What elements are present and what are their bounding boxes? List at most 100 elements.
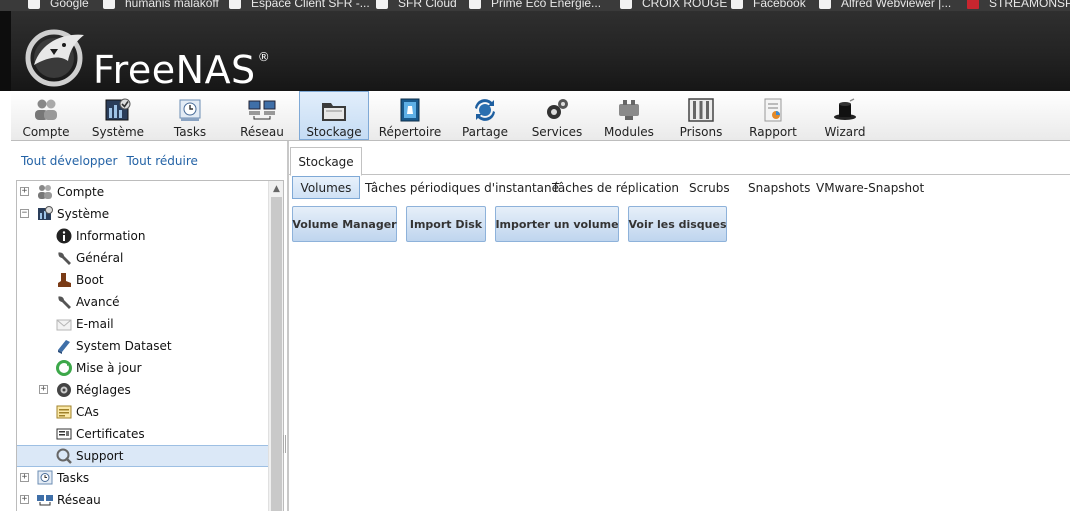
page-icon: [229, 0, 241, 9]
toolbar-systeme[interactable]: Système: [87, 91, 149, 140]
subtab-snapshots[interactable]: Snapshots: [748, 176, 810, 199]
tree-item-compte[interactable]: + Compte: [17, 181, 268, 203]
subtab-periodic-snapshot-tasks[interactable]: Tâches périodiques d'instantané: [365, 176, 559, 199]
bookmark-facebook[interactable]: Facebook: [731, 0, 806, 11]
tree-item-reglages[interactable]: + Réglages: [17, 379, 268, 401]
toolbar-prisons[interactable]: Prisons: [671, 91, 731, 140]
collapse-all-link[interactable]: Tout réduire: [126, 154, 197, 168]
tree-item-label: Réglages: [76, 383, 131, 397]
expand-toggle[interactable]: +: [20, 187, 29, 196]
tree-item-avance[interactable]: Avancé: [17, 291, 268, 313]
tree-item-support[interactable]: Support: [17, 445, 268, 467]
tree-item-systeme[interactable]: − Système: [17, 203, 268, 225]
users-icon: [37, 184, 53, 200]
tree-scrollbar[interactable]: ▲: [268, 181, 283, 511]
header-left-edge: [0, 11, 11, 91]
toolbar-reseau[interactable]: Réseau: [233, 91, 291, 140]
tree-item-certificates[interactable]: Certificates: [17, 423, 268, 445]
expand-toggle[interactable]: +: [20, 473, 29, 482]
toolbar-services[interactable]: Services: [527, 91, 587, 140]
import-disk-button[interactable]: Import Disk: [406, 206, 486, 242]
tree-item-label: Tasks: [57, 471, 90, 485]
trademark-mark: ®: [257, 50, 271, 64]
tree-item-label: E-mail: [76, 317, 114, 331]
toolbar-modules[interactable]: Modules: [599, 91, 659, 140]
navigation-tree: + Compte − Système Information Général B…: [16, 180, 284, 511]
toolbar-tasks[interactable]: Tasks: [161, 91, 219, 140]
system-monitor-icon: [105, 97, 131, 123]
bookmark-sfr-cloud[interactable]: SFR Cloud: [376, 0, 457, 11]
toolbar-compte[interactable]: Compte: [17, 91, 75, 140]
wrench-icon: [56, 250, 72, 266]
tree-item-mise-a-jour[interactable]: Mise à jour: [17, 357, 268, 379]
import-volume-button[interactable]: Importer un volume: [495, 206, 619, 242]
scroll-up-arrow-icon[interactable]: ▲: [269, 181, 283, 197]
tree-controls: Tout développer Tout réduire: [21, 154, 207, 168]
bookmark-sfr-client[interactable]: Espace Client SFR -...: [229, 0, 370, 11]
certificate-authority-icon: [56, 404, 72, 420]
toolbar-partage[interactable]: Partage: [455, 91, 515, 140]
freenas-shark-logo-icon: [25, 29, 84, 87]
wizard-hat-icon: [832, 97, 858, 123]
tree-item-reseau[interactable]: + Réseau: [17, 489, 268, 511]
page-icon: [620, 0, 632, 9]
bookmarks-bar: Google humanis malakoff Espace Client SF…: [0, 0, 1070, 11]
page-icon: [376, 0, 388, 9]
certificate-icon: [56, 426, 72, 442]
left-navigation-panel: Tout développer Tout réduire + Compte − S…: [11, 141, 288, 511]
tree-item-tasks[interactable]: + Tasks: [17, 467, 268, 489]
tree-item-cas[interactable]: CAs: [17, 401, 268, 423]
tree-item-general[interactable]: Général: [17, 247, 268, 269]
subtab-volumes[interactable]: Volumes: [292, 176, 360, 199]
toolbar-rapport[interactable]: Rapport: [743, 91, 803, 140]
tab-stockage[interactable]: Stockage: [290, 147, 362, 176]
sharing-arrows-icon: [472, 97, 498, 123]
page-icon: [967, 0, 979, 9]
volume-manager-button[interactable]: Volume Manager: [292, 206, 397, 242]
storage-subtabs: Volumes Tâches périodiques d'instantané …: [289, 176, 1070, 200]
bookmark-streamonsport[interactable]: STREAMONSPO: [967, 0, 1070, 11]
directory-book-icon: [399, 97, 421, 123]
page-icon: [731, 0, 743, 9]
bookmark-humanis[interactable]: humanis malakoff: [103, 0, 219, 11]
folder-icon: [321, 98, 347, 123]
info-icon: [56, 228, 72, 244]
tree-item-label: Réseau: [57, 493, 101, 507]
page-icon: [819, 0, 831, 9]
plugin-icon: [616, 97, 642, 123]
toolbar-stockage[interactable]: Stockage: [299, 91, 369, 140]
gears-icon: [544, 97, 570, 123]
report-icon: [762, 97, 784, 123]
expand-toggle[interactable]: +: [39, 385, 48, 394]
tree-item-system-dataset[interactable]: System Dataset: [17, 335, 268, 357]
tree-item-email[interactable]: E-mail: [17, 313, 268, 335]
tree-item-information[interactable]: Information: [17, 225, 268, 247]
expand-all-link[interactable]: Tout développer: [21, 154, 117, 168]
system-monitor-icon: [37, 206, 53, 222]
jail-bars-icon: [688, 97, 714, 123]
support-icon: [56, 448, 72, 464]
tree-item-label: Compte: [57, 185, 105, 199]
scroll-thumb[interactable]: [271, 197, 282, 511]
tunables-icon: [56, 382, 72, 398]
tree-item-label: Système: [57, 207, 110, 221]
toolbar-wizard[interactable]: Wizard: [815, 91, 875, 140]
clock-icon: [178, 97, 202, 123]
collapse-toggle[interactable]: −: [20, 209, 29, 218]
tree-item-label: Support: [76, 449, 124, 463]
toolbar-repertoire[interactable]: Répertoire: [377, 91, 443, 140]
bookmark-google[interactable]: Google: [28, 0, 89, 11]
tree-item-boot[interactable]: Boot: [17, 269, 268, 291]
bookmark-prime-eco[interactable]: Prime Eco Energie...: [469, 0, 601, 11]
network-icon: [248, 97, 276, 123]
subtab-scrubs[interactable]: Scrubs: [689, 176, 730, 199]
subtab-replication-tasks[interactable]: Tâches de réplication: [552, 176, 679, 199]
bookmark-croix-rouge[interactable]: CROIX ROUGE: [620, 0, 727, 11]
wrench-icon: [56, 294, 72, 310]
bookmark-alfred[interactable]: Alfred Webviewer |...: [819, 0, 951, 11]
subtab-vmware-snapshot[interactable]: VMware-Snapshot: [816, 176, 924, 199]
tree-item-label: Certificates: [76, 427, 145, 441]
expand-toggle[interactable]: +: [20, 495, 29, 504]
panel-splitter-handle[interactable]: [283, 435, 286, 453]
view-disks-button[interactable]: Voir les disques: [628, 206, 727, 242]
